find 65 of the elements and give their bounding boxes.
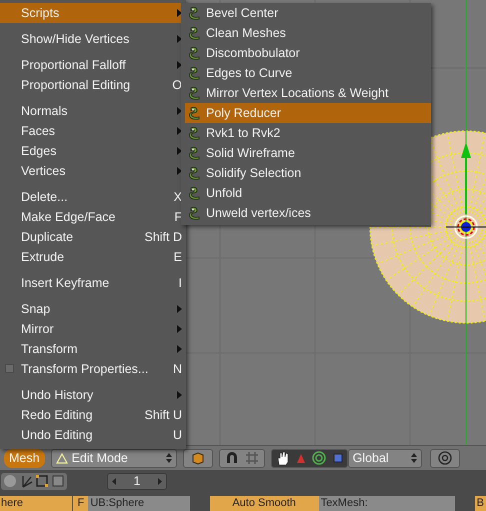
snake-icon <box>187 46 202 60</box>
menu-item[interactable]: Faces <box>0 121 186 141</box>
left-arrow-icon <box>112 478 116 484</box>
menu-item[interactable]: Extrude E <box>0 247 186 267</box>
menu-item[interactable]: Snap <box>0 299 186 319</box>
axis-arrow[interactable] <box>461 142 471 214</box>
script-item[interactable]: Unfold <box>185 183 431 203</box>
cursor-drawing <box>454 215 478 239</box>
mesh-name-field[interactable]: UB:Sphere <box>88 496 190 511</box>
menu-item[interactable]: Vertices <box>0 161 186 181</box>
script-item[interactable]: Unweld vertex/ices <box>185 203 431 223</box>
menu-item[interactable]: Undo Editing U <box>0 425 186 445</box>
script-item[interactable]: Bevel Center <box>185 3 431 23</box>
snake-icon <box>187 126 202 140</box>
target-icon <box>438 451 452 465</box>
menu-item[interactable]: Redo Editing Shift U <box>0 405 186 425</box>
snake-icon <box>187 86 202 100</box>
menu-item[interactable]: Insert Keyframe I <box>0 273 186 293</box>
menu-item[interactable]: Show/Hide Vertices <box>0 29 186 49</box>
menu-item[interactable]: Transform Properties... N <box>0 359 186 379</box>
snake-icon <box>187 166 202 180</box>
menu-item[interactable]: Edges <box>0 141 186 161</box>
snake-icon <box>187 146 202 160</box>
snake-icon <box>187 26 202 40</box>
snake-icon <box>187 106 202 120</box>
object-type-button[interactable] <box>182 448 213 468</box>
updown-icon <box>410 453 417 463</box>
grid-snap-icon[interactable] <box>244 450 260 466</box>
cube-icon <box>190 451 205 465</box>
snake-icon <box>187 6 202 20</box>
mode-dropdown[interactable]: Edit Mode <box>50 448 177 468</box>
frame-field[interactable]: 1 <box>107 472 167 490</box>
menu-item[interactable]: Mirror <box>0 319 186 339</box>
menu-item[interactable]: Duplicate Shift D <box>0 227 186 247</box>
script-item[interactable]: Discombobulator <box>185 43 431 63</box>
script-item[interactable]: Edges to Curve <box>185 63 431 83</box>
script-item[interactable]: Poly Reducer <box>185 103 431 123</box>
pivot-dropdown[interactable] <box>430 448 460 468</box>
snake-icon <box>187 186 202 200</box>
snake-icon <box>187 66 202 80</box>
script-item[interactable]: Solidify Selection <box>185 163 431 183</box>
toggle-icon[interactable] <box>5 364 14 373</box>
hand-icon[interactable] <box>274 450 291 466</box>
snake-icon <box>187 206 202 220</box>
menu-item[interactable]: Undo History <box>0 385 186 405</box>
image-icon[interactable] <box>51 473 65 489</box>
triangle-icon <box>56 452 68 464</box>
panel-button[interactable]: B <box>474 496 486 511</box>
script-item[interactable]: Rvk1 to Rvk2 <box>185 123 431 143</box>
fake-user-button[interactable]: F <box>72 496 88 511</box>
square-icon[interactable] <box>35 473 49 489</box>
frame-number: 1 <box>134 472 140 490</box>
script-item[interactable]: Clean Meshes <box>185 23 431 43</box>
orientation-dropdown[interactable]: Global <box>348 448 422 468</box>
script-item[interactable]: Mirror Vertex Locations & Weight <box>185 83 431 103</box>
object-name-field[interactable]: here <box>0 496 72 511</box>
menu-item[interactable]: Proportional Falloff <box>0 55 186 75</box>
menu-item[interactable]: Normals <box>0 101 186 121</box>
menu-item[interactable]: Transform <box>0 339 186 359</box>
tex-mesh-field[interactable]: TexMesh: <box>318 496 455 511</box>
auto-smooth-button[interactable]: Auto Smooth <box>210 496 319 511</box>
updown-icon <box>166 453 172 463</box>
rotate-icon[interactable] <box>310 450 327 466</box>
script-item[interactable]: Solid Wireframe <box>185 143 431 163</box>
right-arrow-icon <box>158 478 162 484</box>
